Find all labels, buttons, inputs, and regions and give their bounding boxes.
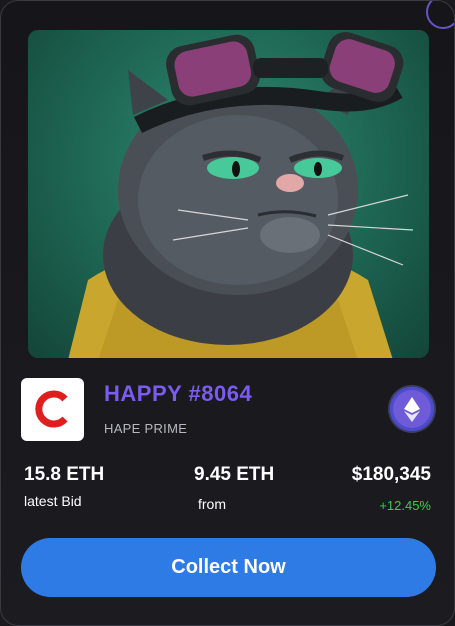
- nft-card[interactable]: HAPPY #8064 HAPE PRIME 15.8 ETH latest B…: [0, 0, 455, 626]
- price-change: +12.45%: [379, 498, 431, 513]
- brand-c-logo-icon: [34, 390, 68, 428]
- from-price-label: from: [198, 496, 226, 512]
- latest-bid-value: 15.8 ETH: [24, 464, 105, 485]
- grumpy-cat-illustration-icon: [68, 32, 414, 358]
- ethereum-icon: [404, 397, 420, 422]
- corner-accent: [426, 1, 454, 29]
- ethereum-badge: [390, 387, 434, 431]
- brand-logo: [21, 378, 84, 441]
- latest-bid-label: latest Bid: [24, 493, 82, 509]
- collection-name[interactable]: HAPE PRIME: [104, 421, 187, 436]
- nft-title: HAPPY #8064: [104, 381, 253, 406]
- usd-value: $180,345: [351, 464, 431, 485]
- nft-image[interactable]: [28, 30, 429, 358]
- collect-now-button[interactable]: Collect Now: [21, 538, 436, 597]
- from-price-value: 9.45 ETH: [194, 464, 275, 485]
